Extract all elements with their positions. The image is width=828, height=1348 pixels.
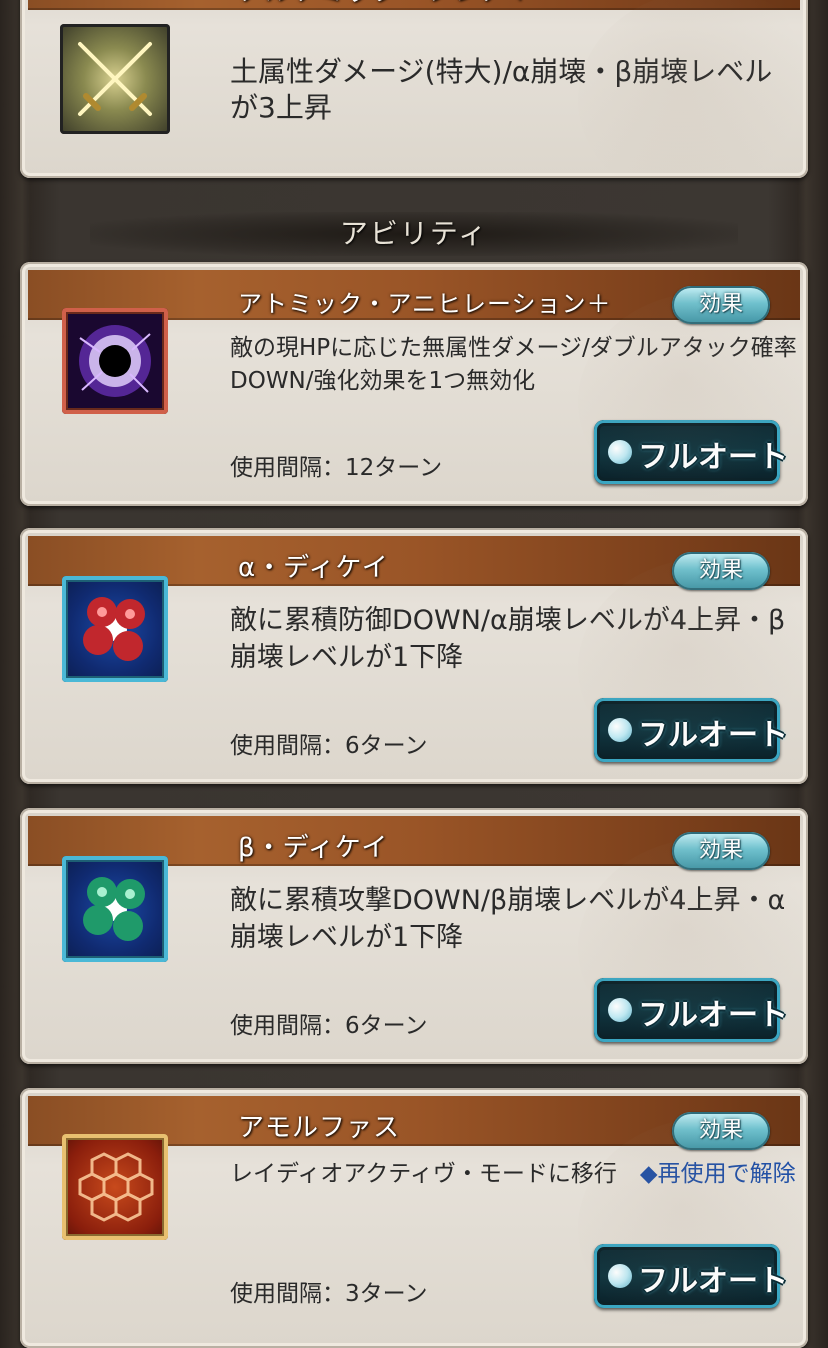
lattice-icon[interactable]: [62, 1134, 168, 1240]
effect-button[interactable]: 効果: [672, 1112, 770, 1150]
ougi-name: アルケミック・フレア＋: [238, 0, 533, 8]
effect-button[interactable]: 効果: [672, 552, 770, 590]
ability-description: 敵に累積攻撃DOWN/β崩壊レベルが4上昇・α崩壊レベルが1下降: [230, 885, 786, 953]
black-hole-icon[interactable]: [62, 308, 168, 414]
toggle-dot-icon: [608, 1264, 632, 1288]
ability-description: 敵の現HPに応じた無属性ダメージ/ダブルアタック確率DOWN/強化効果を1つ無効…: [230, 335, 797, 394]
ability-name: アモルファス: [238, 1113, 401, 1143]
effect-button[interactable]: 効果: [672, 832, 770, 870]
toggle-dot-icon: [608, 998, 632, 1022]
ability-description: レイディオアクティヴ・モードに移行 ◆再使用で解除: [230, 1158, 800, 1191]
ability-card: β・ディケイ 効果 敵に累積攻撃DOWN/β崩壊レベルが4上昇・α崩壊レベルが1…: [20, 808, 808, 1064]
ability-cooldown: 使用間隔：12ターン: [230, 455, 443, 481]
full-auto-button[interactable]: フルオート: [594, 420, 788, 484]
ability-description-note: ◆再使用で解除: [639, 1161, 796, 1187]
full-auto-button[interactable]: フルオート: [594, 978, 788, 1042]
toggle-dot-icon: [608, 718, 632, 742]
ability-card: アモルファス 効果 レイディオアクティヴ・モードに移行 ◆再使用で解除 使用間隔…: [20, 1088, 808, 1348]
full-auto-button[interactable]: フルオート: [594, 1244, 788, 1308]
ougi-header: アルケミック・フレア＋: [28, 0, 800, 10]
green-atom-icon[interactable]: [62, 856, 168, 962]
crossed-swords-icon: [60, 24, 170, 134]
full-auto-button[interactable]: フルオート: [594, 698, 788, 762]
ability-card: α・ディケイ 効果 敵に累積防御DOWN/α崩壊レベルが4上昇・β崩壊レベルが1…: [20, 528, 808, 784]
toggle-dot-icon: [608, 440, 632, 464]
full-auto-label: フルオート: [638, 998, 788, 1033]
ability-card: アトミック・アニヒレーション＋ 効果 敵の現HPに応じた無属性ダメージ/ダブルア…: [20, 262, 808, 506]
ability-description: 敵に累積防御DOWN/α崩壊レベルが4上昇・β崩壊レベルが1下降: [230, 605, 786, 673]
ability-name: アトミック・アニヒレーション＋: [238, 290, 612, 318]
ability-cooldown: 使用間隔：6ターン: [230, 1013, 428, 1039]
section-title: アビリティ: [339, 217, 489, 250]
ability-cooldown: 使用間隔：3ターン: [230, 1281, 428, 1307]
ougi-description: 土属性ダメージ(特大)/α崩壊・β崩壊レベルが3上昇: [230, 55, 773, 124]
full-auto-label: フルオート: [638, 440, 788, 475]
full-auto-label: フルオート: [638, 718, 788, 753]
ability-description-text: レイディオアクティヴ・モードに移行: [230, 1161, 640, 1187]
ability-name: α・ディケイ: [238, 553, 389, 583]
ability-cooldown: 使用間隔：6ターン: [230, 733, 428, 759]
ability-name: β・ディケイ: [238, 833, 389, 863]
ougi-card: アルケミック・フレア＋ 土属性ダメージ(特大)/α崩壊・β崩壊レベルが3上昇: [20, 0, 808, 178]
red-atom-icon[interactable]: [62, 576, 168, 682]
effect-button[interactable]: 効果: [672, 286, 770, 324]
full-auto-label: フルオート: [638, 1264, 788, 1299]
